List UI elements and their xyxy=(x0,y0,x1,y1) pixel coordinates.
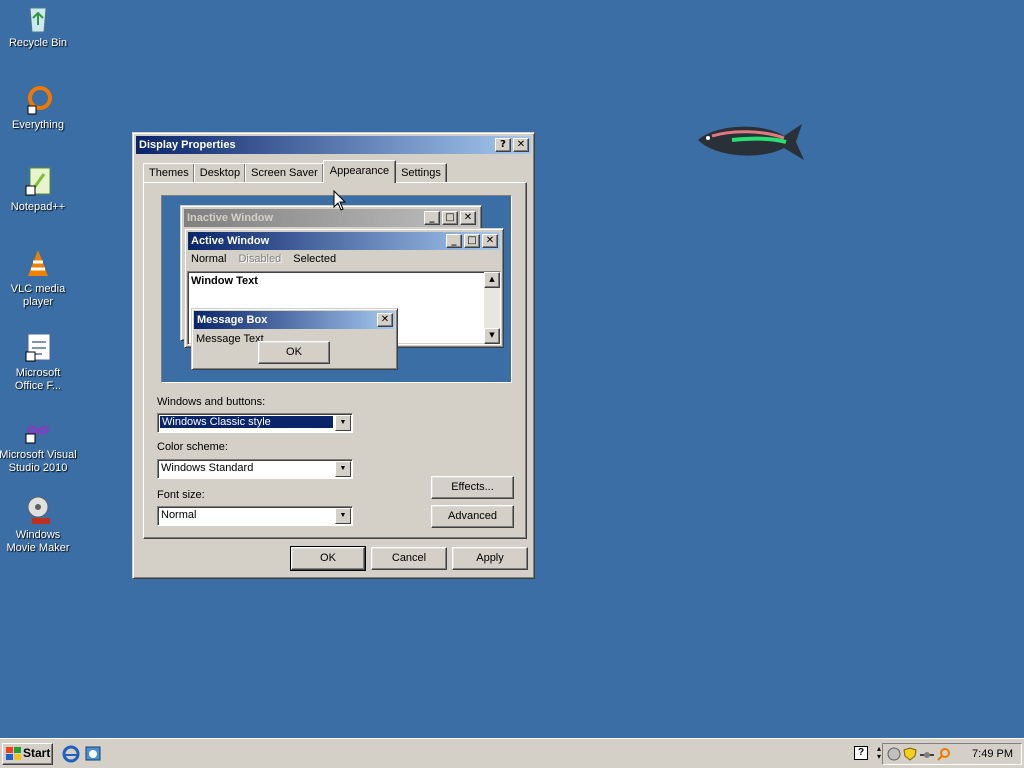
maximize-icon: □ xyxy=(442,211,458,225)
desktop-icon-label: Microsoft Office F... xyxy=(14,367,62,392)
movie-maker-icon xyxy=(22,494,54,526)
preview-window-text: Window Text xyxy=(191,275,258,287)
preview-msgbox-text: Message Text xyxy=(196,333,264,345)
tray-app-icon[interactable] xyxy=(887,747,901,764)
system-tray: 7:49 PM xyxy=(882,743,1022,765)
apply-button[interactable]: Apply xyxy=(452,547,528,570)
dropdown-arrow-icon[interactable]: ▼ xyxy=(335,415,351,431)
minimize-icon: _ xyxy=(446,234,462,248)
close-button[interactable]: ✕ xyxy=(513,138,529,152)
font-size-label: Font size: xyxy=(157,489,205,501)
preview-active-title: Active Window xyxy=(191,235,270,247)
desktop-icon-label: VLC media player xyxy=(10,283,66,308)
appearance-panel: Inactive Window _ □ ✕ Active Window _ □ … xyxy=(143,182,527,539)
preview-menu-bar: Normal Disabled Selected xyxy=(191,253,336,265)
recycle-bin-icon xyxy=(22,2,54,34)
desktop-icon-label: Notepad++ xyxy=(10,201,66,213)
color-scheme-label: Color scheme: xyxy=(157,441,228,453)
maximize-icon: □ xyxy=(464,234,480,248)
tab-strip: Themes Desktop Screen Saver Appearance S… xyxy=(143,160,447,183)
office-icon xyxy=(22,332,54,364)
preview-menu-normal: Normal xyxy=(191,253,227,265)
tab-appearance[interactable]: Appearance xyxy=(322,160,397,183)
preview-inactive-titlebar: Inactive Window _ □ ✕ xyxy=(184,209,478,227)
tab-screen-saver[interactable]: Screen Saver xyxy=(245,163,324,183)
windows-buttons-label: Windows and buttons: xyxy=(157,396,266,408)
mouse-cursor-icon xyxy=(333,189,347,215)
windows-buttons-select[interactable]: Windows Classic style ▼ xyxy=(157,413,353,433)
close-icon: ✕ xyxy=(482,234,498,248)
advanced-button[interactable]: Advanced xyxy=(431,505,514,528)
preview-msgbox-ok: OK xyxy=(258,341,330,364)
vlc-icon xyxy=(22,248,54,280)
preview-msgbox-title: Message Box xyxy=(197,314,268,326)
preview-active-titlebar: Active Window _ □ ✕ xyxy=(188,232,500,250)
desktop-icon-label: Windows Movie Maker xyxy=(6,529,70,554)
scroll-up-icon: ▲ xyxy=(484,272,500,288)
show-desktop-icon[interactable] xyxy=(84,745,102,766)
dropdown-arrow-icon[interactable]: ▼ xyxy=(335,461,351,477)
preview-menu-selected: Selected xyxy=(293,253,337,265)
dialog-titlebar[interactable]: Display Properties ? ✕ xyxy=(136,136,531,154)
desktop-icon-label: Recycle Bin xyxy=(8,37,68,49)
windows-buttons-value: Windows Classic style xyxy=(159,415,334,429)
appearance-preview: Inactive Window _ □ ✕ Active Window _ □ … xyxy=(161,195,512,383)
desktop-icon-visual-studio[interactable]: Microsoft Visual Studio 2010 xyxy=(0,414,78,475)
preview-menu-disabled: Disabled xyxy=(238,253,282,265)
preview-scrollbar: ▲ ▼ xyxy=(484,272,500,344)
desktop-icon-office[interactable]: Microsoft Office F... xyxy=(0,332,78,393)
everything-icon xyxy=(22,84,54,116)
tab-settings[interactable]: Settings xyxy=(395,163,447,183)
ok-button[interactable]: OK xyxy=(290,546,366,571)
effects-button[interactable]: Effects... xyxy=(431,476,514,499)
security-shield-icon[interactable] xyxy=(903,747,917,764)
start-label: Start xyxy=(23,746,51,760)
desktop-icon-vlc[interactable]: VLC media player xyxy=(0,248,78,309)
network-tray-icon[interactable] xyxy=(919,747,935,764)
desktop-icon-label: Microsoft Visual Studio 2010 xyxy=(0,449,77,474)
help-tray-icon[interactable]: ? xyxy=(854,746,868,760)
cancel-button[interactable]: Cancel xyxy=(371,547,447,570)
minimize-icon: _ xyxy=(424,211,440,225)
preview-message-box: Message Box ✕ Message Text OK xyxy=(191,308,398,370)
search-tray-icon[interactable] xyxy=(937,747,951,764)
help-button[interactable]: ? xyxy=(495,138,511,152)
desktop-icon-recycle-bin[interactable]: Recycle Bin xyxy=(0,2,78,50)
preview-inactive-title: Inactive Window xyxy=(187,212,274,224)
preview-msgbox-titlebar: Message Box ✕ xyxy=(194,311,395,329)
dropdown-arrow-icon[interactable]: ▼ xyxy=(335,508,351,524)
desktop-icon-notepadpp[interactable]: Notepad++ xyxy=(0,166,78,214)
desktop-icon-everything[interactable]: Everything xyxy=(0,84,78,132)
close-icon: ✕ xyxy=(460,211,476,225)
desktop-fish-image xyxy=(692,118,804,171)
quick-launch xyxy=(62,745,102,766)
windows-logo-icon xyxy=(6,747,21,767)
desktop-icon-movie-maker[interactable]: Windows Movie Maker xyxy=(0,494,78,555)
close-icon: ✕ xyxy=(377,313,393,327)
clock[interactable]: 7:49 PM xyxy=(972,748,1013,760)
tab-desktop[interactable]: Desktop xyxy=(193,163,247,183)
color-scheme-value: Windows Standard xyxy=(161,462,254,474)
font-size-value: Normal xyxy=(161,509,197,521)
visual-studio-icon xyxy=(22,414,54,446)
color-scheme-select[interactable]: Windows Standard ▼ xyxy=(157,459,353,479)
scroll-down-icon: ▼ xyxy=(484,328,500,344)
desktop-icon-label: Everything xyxy=(12,119,64,131)
font-size-select[interactable]: Normal ▼ xyxy=(157,506,353,526)
internet-explorer-icon[interactable] xyxy=(62,745,80,766)
start-button[interactable]: Start xyxy=(2,743,53,765)
tab-themes[interactable]: Themes xyxy=(143,163,195,183)
dialog-title: Display Properties xyxy=(139,139,236,151)
notepad-plus-plus-icon xyxy=(22,166,54,198)
taskbar: Start ? ▴ ▾ 7:49 PM xyxy=(0,738,1024,768)
